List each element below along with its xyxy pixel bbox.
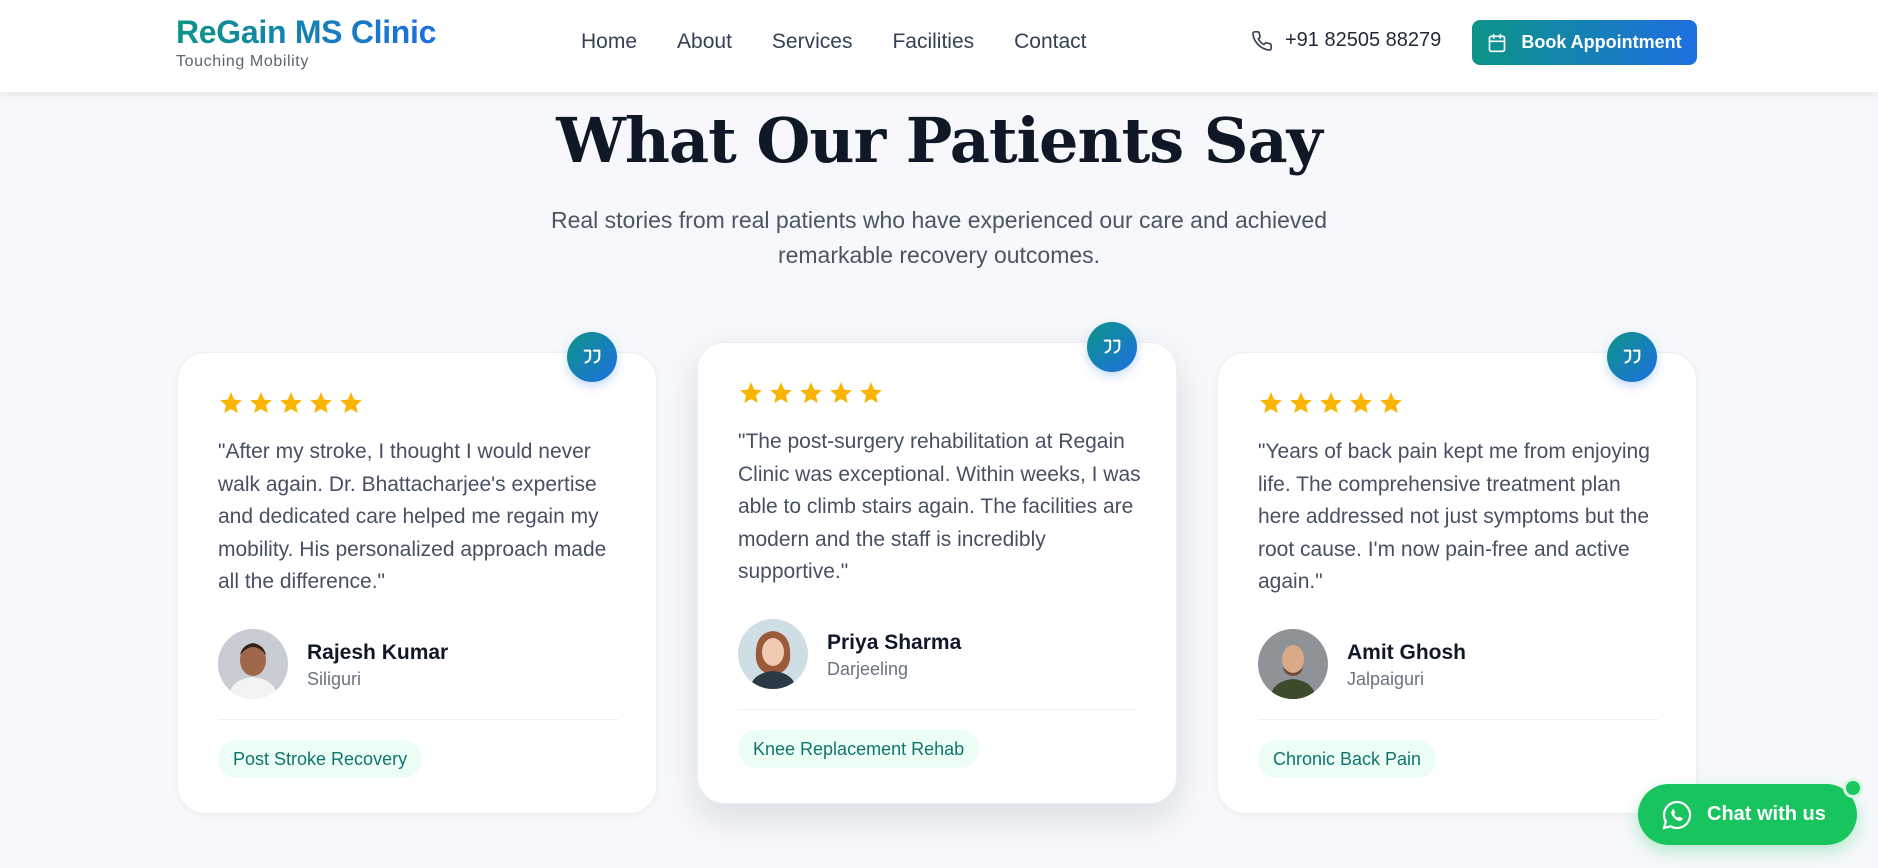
quote-icon bbox=[1103, 339, 1121, 354]
star-icon bbox=[220, 392, 242, 413]
divider bbox=[1258, 719, 1658, 720]
main-nav: Home About Services Facilities Contact bbox=[581, 30, 1087, 54]
quote-badge bbox=[1087, 322, 1137, 372]
star-icon bbox=[1290, 392, 1312, 413]
quote-icon bbox=[583, 349, 601, 364]
star-icon bbox=[830, 382, 852, 403]
phone-icon bbox=[1252, 30, 1272, 51]
section-subtitle: Real stories from real patients who have… bbox=[550, 207, 1328, 268]
nav-home[interactable]: Home bbox=[581, 30, 637, 54]
calendar-icon bbox=[1489, 33, 1506, 52]
testimonial-card: "After my stroke, I thought I would neve… bbox=[177, 332, 657, 814]
person-name: Amit Ghosh bbox=[1347, 641, 1466, 664]
phone-number[interactable]: +91 82505 88279 bbox=[1285, 29, 1441, 52]
star-icon bbox=[770, 382, 792, 403]
person-name: Priya Sharma bbox=[827, 631, 962, 654]
nav-services[interactable]: Services bbox=[772, 30, 853, 54]
testimonial-card: "Years of back pain kept me from enjoyin… bbox=[1217, 332, 1697, 814]
star-rating bbox=[738, 380, 884, 406]
section-title: What Our Patients Say bbox=[556, 104, 1322, 177]
book-appointment-label: Book Appointment bbox=[1521, 32, 1682, 52]
whatsapp-icon bbox=[1662, 800, 1692, 830]
star-rating bbox=[1258, 390, 1404, 416]
divider bbox=[738, 709, 1138, 710]
person-city: Darjeeling bbox=[827, 659, 909, 679]
testimonial-quote: "After my stroke, I thought I would neve… bbox=[218, 440, 607, 593]
quote-icon bbox=[1623, 349, 1641, 364]
nav-facilities[interactable]: Facilities bbox=[892, 30, 974, 54]
person-silhouette-icon bbox=[738, 619, 808, 689]
person-city: Siliguri bbox=[307, 669, 362, 689]
star-icon bbox=[740, 382, 762, 403]
avatar bbox=[738, 619, 808, 689]
brand-logo[interactable]: ReGain MS Clinic Touching Mobility bbox=[176, 12, 436, 71]
person-silhouette-icon bbox=[218, 629, 288, 699]
brand-title[interactable]: ReGain MS Clinic bbox=[176, 12, 436, 52]
testimonial-quote: "The post-surgery rehabilitation at Rega… bbox=[738, 430, 1141, 583]
testimonial-card-featured: "The post-surgery rehabilitation at Rega… bbox=[697, 322, 1177, 804]
brand-tagline: Touching Mobility bbox=[176, 53, 309, 70]
chat-label: Chat with us bbox=[1707, 803, 1826, 825]
divider bbox=[218, 719, 618, 720]
condition-tag: Knee Replacement Rehab bbox=[738, 730, 980, 768]
online-indicator bbox=[1843, 778, 1863, 798]
star-icon bbox=[1380, 392, 1402, 413]
testimonial-quote: "Years of back pain kept me from enjoyin… bbox=[1258, 440, 1650, 593]
star-icon bbox=[800, 382, 822, 403]
person-city: Jalpaiguri bbox=[1347, 669, 1425, 689]
star-icon bbox=[310, 392, 332, 413]
phone-link[interactable]: +91 82505 88279 bbox=[1251, 29, 1441, 52]
chat-with-us-button[interactable]: Chat with us bbox=[1638, 784, 1857, 845]
avatar bbox=[218, 629, 288, 699]
person-silhouette-icon bbox=[1258, 629, 1328, 699]
quote-badge bbox=[567, 332, 617, 382]
star-icon bbox=[250, 392, 272, 413]
star-icon bbox=[280, 392, 302, 413]
star-icon bbox=[1350, 392, 1372, 413]
nav-contact[interactable]: Contact bbox=[1014, 30, 1086, 54]
condition-tag: Chronic Back Pain bbox=[1258, 740, 1437, 778]
star-icon bbox=[1320, 392, 1342, 413]
star-rating bbox=[218, 390, 364, 416]
star-icon bbox=[1260, 392, 1282, 413]
quote-badge bbox=[1607, 332, 1657, 382]
avatar bbox=[1258, 629, 1328, 699]
star-icon bbox=[860, 382, 882, 403]
site-header: ReGain MS Clinic Touching Mobility Home … bbox=[0, 0, 1878, 92]
person-name: Rajesh Kumar bbox=[307, 641, 449, 664]
book-appointment-button[interactable]: Book Appointment bbox=[1472, 20, 1697, 65]
condition-tag: Post Stroke Recovery bbox=[218, 740, 423, 778]
star-icon bbox=[340, 392, 362, 413]
nav-about[interactable]: About bbox=[677, 30, 732, 54]
